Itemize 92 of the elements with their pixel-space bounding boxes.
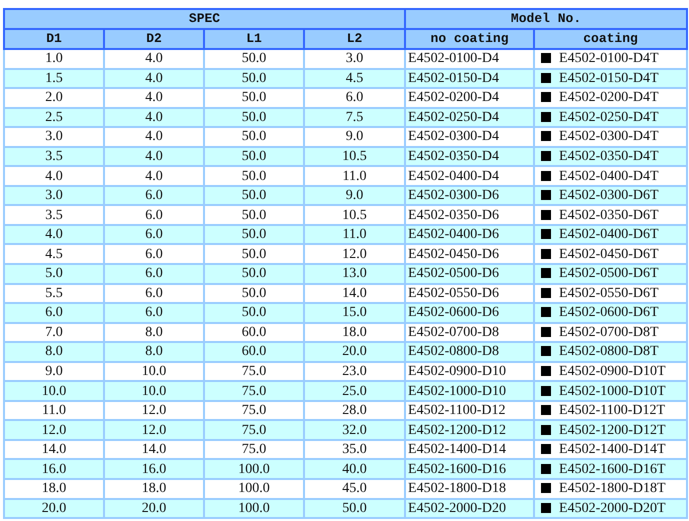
square-icon	[541, 502, 552, 513]
column-header: D1	[4, 29, 104, 49]
table-cell: E4502-1000-D10	[405, 381, 534, 401]
table-cell: 15.0	[304, 303, 406, 323]
table-cell: E4502-0400-D6T	[559, 227, 659, 242]
table-cell: 5.0	[4, 264, 104, 284]
table-cell: E4502-0300-D6T	[559, 188, 659, 204]
table-cell: E4502-0300-D4T	[559, 129, 659, 144]
table-cell: 12.0	[4, 420, 104, 440]
table-cell: 3.5	[4, 146, 104, 166]
square-icon	[541, 307, 552, 318]
table-cell: E4502-0350-D4T	[559, 149, 659, 164]
table-cell: 12.0	[104, 420, 204, 440]
square-icon	[541, 248, 552, 259]
table-cell: 2.5	[4, 108, 104, 128]
table-cell: E4502-0100-D4T	[559, 51, 659, 66]
square-icon	[541, 92, 552, 102]
table-cell: E4502-1600-D16	[405, 459, 534, 480]
table-cell: 100.0	[204, 459, 304, 480]
table-cell: E4502-1200-D12T	[559, 422, 666, 438]
table-cell: E4502-0400-D4T	[559, 168, 659, 184]
table-cell: 13.0	[304, 264, 406, 284]
table-cell: 8.0	[104, 342, 204, 362]
square-icon	[541, 464, 552, 474]
column-header: L1	[204, 29, 304, 49]
square-icon	[541, 190, 552, 200]
column-header: no coating	[405, 29, 534, 49]
table-cell: E4502-0200-D4T	[559, 90, 659, 106]
square-icon	[541, 366, 552, 376]
table-cell: 20.0	[304, 342, 406, 362]
column-header: D2	[104, 29, 204, 49]
square-icon	[541, 210, 552, 220]
table-cell: 40.0	[304, 459, 406, 480]
square-icon	[541, 229, 552, 240]
table-cell: 16.0	[4, 459, 104, 480]
table-cell: E4502-0600-D6	[405, 303, 534, 323]
square-icon	[541, 151, 552, 161]
table-cell: E4502-0450-D6T	[559, 246, 659, 262]
table-cell: 10.0	[104, 381, 204, 401]
table-cell: 32.0	[304, 420, 406, 440]
table-cell: E4502-0350-D6T	[559, 208, 659, 223]
table-cell: E4502-0500-D6T	[559, 266, 659, 282]
table-cell: E4502-1200-D12	[405, 420, 534, 440]
column-header: coating	[534, 29, 688, 49]
group-header: SPEC	[4, 9, 406, 29]
square-icon	[541, 170, 552, 181]
square-icon	[541, 444, 552, 454]
table-cell: E4502-0150-D4T	[559, 70, 659, 86]
table-cell: E4502-0900-D10T	[559, 364, 666, 380]
table-cell: 8.0	[4, 342, 104, 362]
square-icon	[541, 405, 552, 416]
table-cell: 3.0	[4, 186, 104, 206]
table-cell: 20.0	[4, 498, 104, 518]
table-cell: E4502-1800-D18T	[559, 481, 666, 496]
table-cell: E4502-0550-D6T	[559, 286, 659, 301]
table-cell: 6.0	[104, 264, 204, 284]
table-cell: E4502-0800-D8T	[559, 344, 659, 360]
square-icon	[541, 112, 552, 122]
table-cell: 6.0	[4, 303, 104, 323]
column-header: L2	[304, 29, 406, 49]
square-icon	[541, 53, 552, 64]
square-icon	[541, 386, 552, 396]
group-header: Model No.	[405, 9, 688, 29]
square-icon	[541, 268, 552, 278]
table-cell: E4502-1000-D10T	[559, 384, 666, 399]
table-cell: E4502-0800-D8	[405, 342, 534, 362]
square-icon	[541, 346, 552, 356]
table-cell: 50.0	[204, 303, 304, 323]
table-cell: E4502-0500-D6	[405, 264, 534, 284]
table-cell: E4502-0250-D4T	[559, 110, 659, 125]
square-icon	[541, 424, 552, 435]
table-cell: 75.0	[204, 381, 304, 401]
table-cell: E4502-1400-D14T	[559, 442, 666, 458]
table-cell: 25.0	[304, 381, 406, 401]
table-cell: 6.0	[104, 303, 204, 323]
table-cell: 50.0	[204, 264, 304, 284]
square-icon	[541, 288, 552, 298]
table-cell: 60.0	[204, 342, 304, 362]
square-icon	[541, 326, 552, 337]
square-icon	[541, 131, 552, 142]
table-cell: E4502-2000-D20T	[559, 500, 666, 516]
table-cell: E4502-1600-D16T	[559, 462, 666, 477]
table-cell: 1.5	[4, 68, 104, 88]
square-icon	[541, 483, 552, 494]
square-icon	[541, 72, 552, 83]
table-cell: 10.0	[4, 381, 104, 401]
table-cell: E4502-0600-D6T	[559, 305, 659, 320]
table-cell: E4502-0700-D8T	[559, 324, 659, 340]
table-cell: E4502-1100-D12T	[559, 403, 666, 418]
table-cell: 75.0	[204, 420, 304, 440]
table-cell: 4.0	[4, 224, 104, 244]
table-cell: 16.0	[104, 459, 204, 480]
